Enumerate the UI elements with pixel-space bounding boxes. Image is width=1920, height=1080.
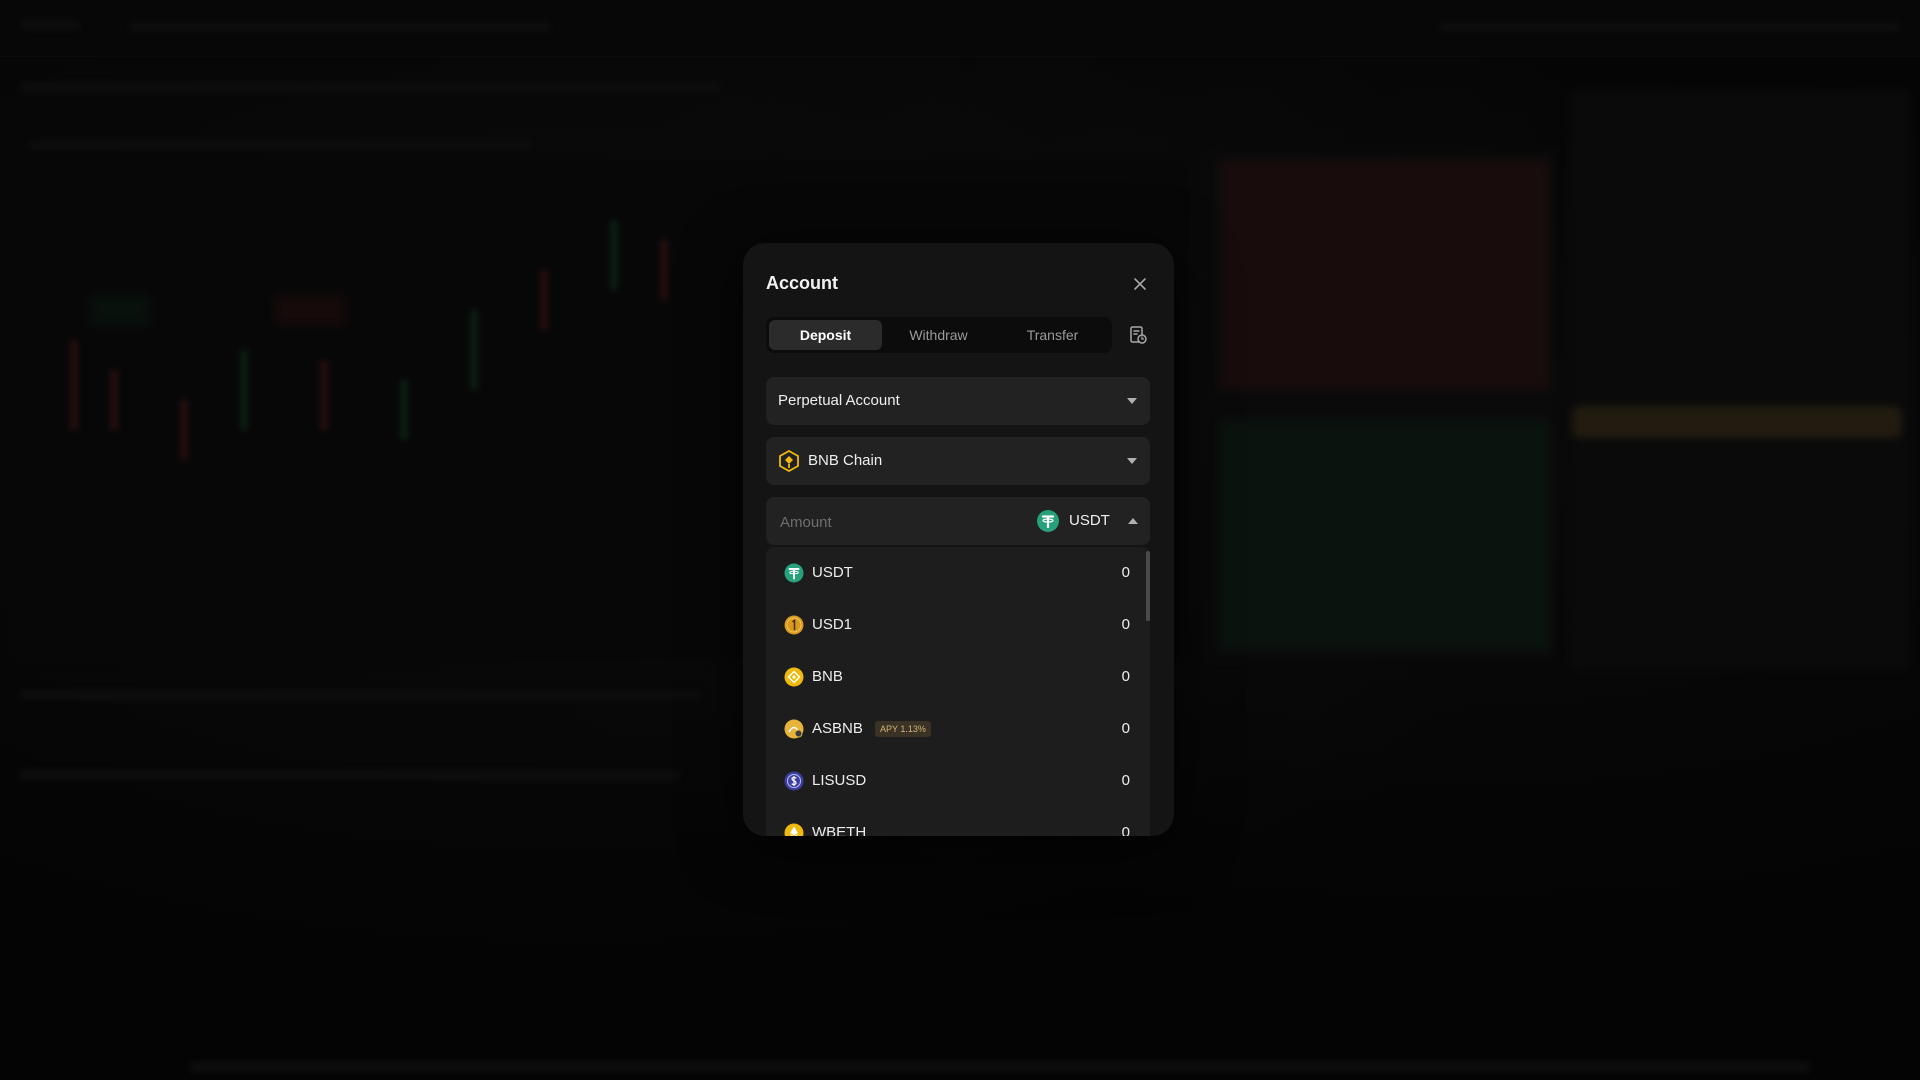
- history-icon: [1130, 326, 1147, 344]
- token-name: USD1: [812, 616, 853, 633]
- wbeth-icon: [784, 823, 804, 836]
- token-option-wbeth[interactable]: WBETH 0: [766, 807, 1150, 836]
- token-option-usdt[interactable]: USDT 0: [766, 547, 1150, 599]
- token-option-usd1[interactable]: USD1 0: [766, 599, 1150, 651]
- token-option-lisusd[interactable]: LISUSD 0: [766, 755, 1150, 807]
- account-select[interactable]: Perpetual Account: [766, 377, 1150, 425]
- modal-title: Account: [766, 273, 838, 293]
- token-option-asbnb[interactable]: ASBNB APY 1.13% 0: [766, 703, 1150, 755]
- tab-withdraw[interactable]: Withdraw: [882, 320, 995, 350]
- account-modal: Account Deposit Withdraw Transfer Perpet…: [743, 243, 1174, 836]
- token-balance: 0: [1121, 668, 1130, 685]
- tab-transfer[interactable]: Transfer: [996, 320, 1109, 350]
- chain-select[interactable]: BNB Chain: [766, 437, 1150, 485]
- chevron-down-icon: [1127, 458, 1137, 464]
- tab-deposit[interactable]: Deposit: [769, 320, 882, 350]
- token-name: LISUSD: [812, 772, 867, 789]
- usdt-icon: [1037, 510, 1059, 532]
- token-balance: 0: [1121, 824, 1130, 836]
- token-balance: 0: [1121, 564, 1130, 581]
- token-name: BNB: [812, 668, 843, 685]
- account-tabs: Deposit Withdraw Transfer: [766, 317, 1112, 353]
- chain-select-value: BNB Chain: [808, 452, 883, 469]
- token-balance: 0: [1121, 720, 1130, 737]
- token-name: ASBNB: [812, 720, 863, 737]
- token-dropdown: USDT 0 USD1 0 BNB 0 ASBNB APY 1.13% 0 LI…: [766, 547, 1150, 836]
- token-name: WBETH: [812, 824, 867, 836]
- amount-field: USDT: [766, 497, 1150, 547]
- account-select-value: Perpetual Account: [778, 392, 900, 409]
- modal-header: Account: [766, 269, 1151, 299]
- asbnb-icon: [784, 719, 804, 739]
- token-option-bnb[interactable]: BNB 0: [766, 651, 1150, 703]
- close-button[interactable]: [1129, 273, 1151, 295]
- chevron-down-icon: [1127, 398, 1137, 404]
- apy-badge: APY 1.13%: [875, 721, 931, 737]
- token-dropdown-scrollbar[interactable]: [1146, 551, 1150, 621]
- amount-input[interactable]: [778, 497, 1012, 547]
- close-icon: [1134, 278, 1146, 290]
- token-name: USDT: [812, 564, 853, 581]
- usdt-icon: [784, 563, 804, 583]
- bnb-chain-icon: [779, 450, 799, 472]
- usd1-icon: [784, 615, 804, 635]
- token-balance: 0: [1121, 772, 1130, 789]
- chevron-up-icon: [1128, 518, 1138, 524]
- token-select-value: USDT: [1069, 512, 1110, 529]
- bnb-icon: [784, 667, 804, 687]
- lisusd-icon: [784, 771, 804, 791]
- token-balance: 0: [1121, 616, 1130, 633]
- history-button[interactable]: [1126, 323, 1150, 347]
- token-select[interactable]: USDT: [1028, 497, 1138, 545]
